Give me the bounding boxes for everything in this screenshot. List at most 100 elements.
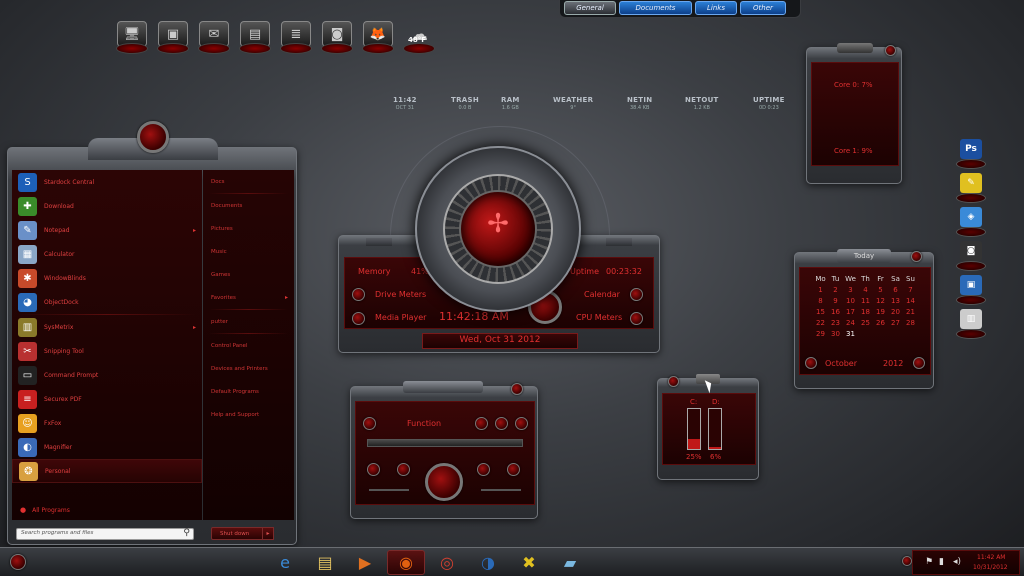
day-cell[interactable]: 27	[888, 319, 903, 330]
media-button-4[interactable]	[515, 417, 528, 430]
dock-item-photoshop[interactable]: Ps	[954, 137, 988, 169]
search-input[interactable]: Search programs and files ⚲	[16, 528, 194, 540]
place-item[interactable]: putter	[203, 310, 294, 333]
day-cell[interactable]: 10	[843, 297, 858, 308]
dock-item-camera[interactable]: ◙	[954, 239, 988, 271]
day-cell[interactable]: 25	[858, 319, 873, 330]
start-button[interactable]	[10, 554, 26, 570]
prev-month-button[interactable]	[805, 357, 817, 369]
taskbar-folder[interactable]: ▤	[306, 550, 344, 575]
dock-item-trash[interactable]: ▥	[954, 307, 988, 339]
place-item[interactable]: Default Programs	[203, 380, 294, 403]
program-item[interactable]: ✂ Snipping Tool	[12, 339, 202, 363]
network-icon[interactable]: ▮	[939, 557, 944, 567]
tray-date[interactable]: 10/31/2012	[973, 564, 1008, 571]
place-item[interactable]: Help and Support	[203, 403, 294, 426]
day-cell[interactable]: 1	[813, 286, 828, 297]
day-cell[interactable]: 17	[843, 308, 858, 319]
dock-item-mail[interactable]: ✉	[195, 14, 233, 54]
close-button[interactable]	[511, 383, 523, 395]
media-button-2[interactable]	[475, 417, 488, 430]
dock-item-cube[interactable]: ◈	[954, 205, 988, 237]
volume-slider[interactable]	[369, 489, 409, 491]
day-cell[interactable]: 20	[888, 308, 903, 319]
place-item[interactable]: Games	[203, 263, 294, 286]
dock-item-pictures[interactable]: ▣	[154, 14, 192, 54]
program-item[interactable]: ≡ Securex PDF	[12, 387, 202, 411]
tab-documents[interactable]: Documents	[619, 1, 692, 15]
calendar-button[interactable]	[630, 288, 643, 301]
place-item[interactable]: Favorites ▸	[203, 286, 294, 309]
day-cell[interactable]: 12	[873, 297, 888, 308]
tab-other[interactable]: Other	[740, 1, 786, 15]
day-cell[interactable]: 13	[888, 297, 903, 308]
day-cell[interactable]: 5	[873, 286, 888, 297]
dock-item-computer[interactable]: 🖥	[113, 14, 151, 54]
day-cell[interactable]: 16	[828, 308, 843, 319]
dock-item-firefox[interactable]: 🦊	[359, 14, 397, 54]
program-item[interactable]: S Stardock Central	[12, 170, 202, 194]
day-cell[interactable]: 3	[843, 286, 858, 297]
day-cell[interactable]: 7	[903, 286, 918, 297]
day-cell[interactable]: 23	[828, 319, 843, 330]
cpu-meters-button[interactable]	[630, 312, 643, 325]
place-item[interactable]: Documents	[203, 194, 294, 217]
tab-links[interactable]: Links	[695, 1, 737, 15]
forward-button[interactable]	[477, 463, 490, 476]
balance-slider[interactable]	[481, 489, 521, 491]
place-item[interactable]: Docs	[203, 170, 294, 193]
day-cell[interactable]: 29	[813, 330, 828, 341]
play-button[interactable]	[425, 463, 463, 501]
program-item[interactable]: ▥ SysMetrix ▸	[12, 315, 202, 339]
day-cell[interactable]: 21	[903, 308, 918, 319]
dock-item-movies[interactable]: ▤	[236, 14, 274, 54]
program-item[interactable]: ◐ Magnifier	[12, 435, 202, 459]
program-item[interactable]: ▦ Calculator	[12, 242, 202, 266]
media-player-button[interactable]	[352, 312, 365, 325]
dock-item-documents[interactable]: ≣	[277, 14, 315, 54]
place-item[interactable]: Devices and Printers	[203, 357, 294, 380]
day-cell[interactable]: 9	[828, 297, 843, 308]
drive-meters-button[interactable]	[352, 288, 365, 301]
close-button[interactable]	[885, 45, 896, 56]
taskbar-tools[interactable]: ✖	[510, 550, 548, 575]
day-cell[interactable]: 2	[828, 286, 843, 297]
close-button[interactable]	[911, 251, 922, 262]
dock-item-monitor[interactable]: ▣	[954, 273, 988, 305]
program-item[interactable]: ◕ ObjectDock	[12, 290, 202, 314]
place-item[interactable]: Control Panel	[203, 334, 294, 357]
seek-bar[interactable]	[367, 439, 523, 447]
taskbar-moon-app[interactable]: ◑	[469, 550, 507, 575]
program-item[interactable]: ✚ Download	[12, 194, 202, 218]
taskbar-media-player[interactable]: ▶	[346, 550, 384, 575]
day-cell[interactable]: 4	[858, 286, 873, 297]
media-button-1[interactable]	[363, 417, 376, 430]
program-item[interactable]: ✱ WindowBlinds	[12, 266, 202, 290]
day-cell[interactable]: 26	[873, 319, 888, 330]
tab-general[interactable]: General	[564, 1, 616, 15]
day-cell[interactable]: 30	[828, 330, 843, 341]
day-cell[interactable]: 22	[813, 319, 828, 330]
flag-icon[interactable]: ⚑	[925, 557, 933, 567]
next-month-button[interactable]	[913, 357, 925, 369]
taskbar-book[interactable]: ▰	[551, 550, 589, 575]
day-cell[interactable]: 6	[888, 286, 903, 297]
day-cell[interactable]: 28	[903, 319, 918, 330]
widget-handle[interactable]	[403, 381, 483, 393]
program-item[interactable]: ❂ Personal	[12, 459, 202, 483]
day-cell[interactable]: 8	[813, 297, 828, 308]
calendar-title[interactable]: Today	[837, 249, 891, 263]
rewind-button[interactable]	[397, 463, 410, 476]
dock-item-weather[interactable]: ☁ 48°F	[400, 14, 438, 54]
program-item[interactable]: ▭ Command Prompt	[12, 363, 202, 387]
tray-time[interactable]: 11:42 AM	[977, 554, 1005, 561]
program-item[interactable]: ☺ FxFox	[12, 411, 202, 435]
shutdown-options-button[interactable]: ▸	[262, 527, 274, 540]
day-cell[interactable]: 14	[903, 297, 918, 308]
close-button[interactable]	[668, 376, 679, 387]
volume-icon[interactable]: ◂)	[953, 557, 961, 567]
media-button-3[interactable]	[495, 417, 508, 430]
next-button[interactable]	[507, 463, 520, 476]
place-item[interactable]: Pictures	[203, 217, 294, 240]
taskbar-internet-explorer[interactable]: e	[266, 550, 304, 575]
